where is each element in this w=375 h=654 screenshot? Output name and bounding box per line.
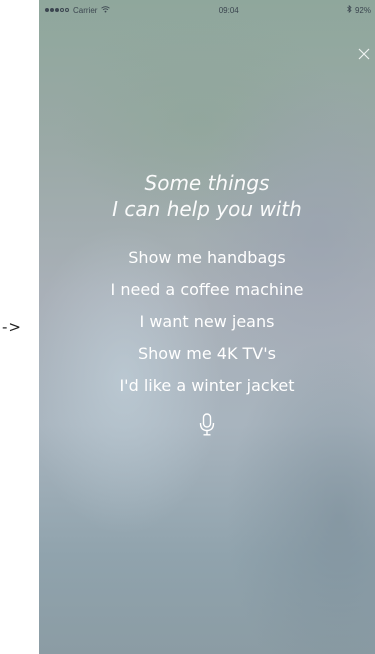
wifi-icon xyxy=(101,5,111,15)
status-left: Carrier xyxy=(45,5,111,15)
bluetooth-icon xyxy=(347,4,352,15)
battery-percent: 92% xyxy=(354,5,371,15)
suggestion-item[interactable]: Show me 4K TV's xyxy=(39,344,375,364)
suggestion-item[interactable]: Show me handbags xyxy=(39,248,375,268)
suggestion-item[interactable]: I want new jeans xyxy=(39,312,375,332)
signal-dots-icon xyxy=(45,8,69,12)
microphone-icon xyxy=(199,413,215,436)
status-right: 92% xyxy=(347,4,371,15)
status-bar: Carrier 09:04 92% xyxy=(39,0,375,20)
heading-line-2: I can help you with xyxy=(112,197,302,221)
assistant-heading: Some things I can help you with xyxy=(39,170,375,222)
heading-line-1: Some things xyxy=(144,171,270,195)
status-time: 09:04 xyxy=(218,5,239,15)
phone-screen: Carrier 09:04 92% Some things I can help… xyxy=(39,0,375,654)
suggestion-item[interactable]: I need a coffee machine xyxy=(39,280,375,300)
close-icon xyxy=(358,48,370,60)
suggestion-list: Show me handbags I need a coffee machine… xyxy=(39,248,375,396)
pointer-arrow: -> xyxy=(2,318,22,336)
microphone-button[interactable] xyxy=(197,412,217,438)
close-button[interactable] xyxy=(357,46,371,60)
carrier-label: Carrier xyxy=(73,5,98,15)
assistant-panel: Some things I can help you with Show me … xyxy=(39,170,375,442)
suggestion-item[interactable]: I'd like a winter jacket xyxy=(39,376,375,396)
